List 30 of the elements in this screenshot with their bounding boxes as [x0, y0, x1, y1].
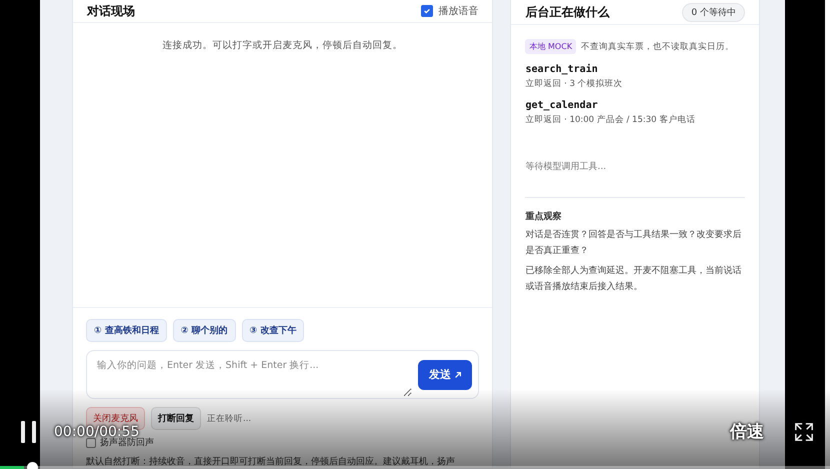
suggestion-chip[interactable]: ① 查高铁和日程 [86, 319, 167, 342]
tool-detail: 立即返回 · 3 个模拟班次 [525, 78, 624, 90]
status-message: 连接成功。可以打字或开启麦克风，停顿后自动回复。 [162, 39, 403, 53]
paragraph: 已移除全部人为查询延迟。开麦不阻塞工具，当前说话或语音播放结束后接入结果。 [525, 264, 742, 294]
queue-badge: 0 个等待中 [682, 2, 745, 22]
waiting-text: 等待模型调用工具... [525, 160, 608, 173]
panel-title: 后台正在做什么 [525, 4, 610, 20]
interrupt-button[interactable]: 打断回复 [151, 407, 201, 430]
checkbox-label: 播放语音 [438, 4, 478, 18]
section-title: 重点观察 [525, 210, 562, 223]
pause-icon[interactable] [20, 420, 38, 442]
fullscreen-icon[interactable] [794, 422, 814, 442]
mock-note: 不查询真实车票，也不读取真实日历。 [581, 40, 734, 52]
hint-text: 默认自然打断：持续收音，直接开口即可打断当前回复，停顿后自动回应。建议戴耳机，扬声 [86, 456, 456, 468]
paragraph: 对话是否连贯？回答是否与工具结果一致？改变要求后是否真正重查？ [525, 228, 742, 258]
arrow-icon [454, 370, 462, 378]
message-input[interactable]: 输入你的问题，Enter 发送，Shift + Enter 换行... 发送 [86, 350, 480, 399]
checkbox[interactable] [421, 5, 434, 17]
tool-name: get_calendar [525, 100, 599, 111]
checkbox[interactable] [86, 438, 96, 448]
tool-detail: 立即返回 · 10:00 产品会 / 15:30 客户电话 [525, 114, 696, 126]
panel-title: 对话现场 [87, 2, 135, 20]
checkbox-label: 扬声器防回声 [100, 438, 154, 449]
suggestion-chip[interactable]: ③ 改查下午 [242, 319, 304, 342]
checkmark-icon [423, 7, 432, 15]
suggestion-chip[interactable]: ② 聊个别的 [172, 319, 236, 342]
mock-tag: 本地 MOCK [525, 39, 576, 54]
listening-status: 正在聆听... [207, 412, 252, 424]
send-button[interactable]: 发送 [418, 360, 472, 390]
tool-name: search_train [525, 64, 599, 75]
